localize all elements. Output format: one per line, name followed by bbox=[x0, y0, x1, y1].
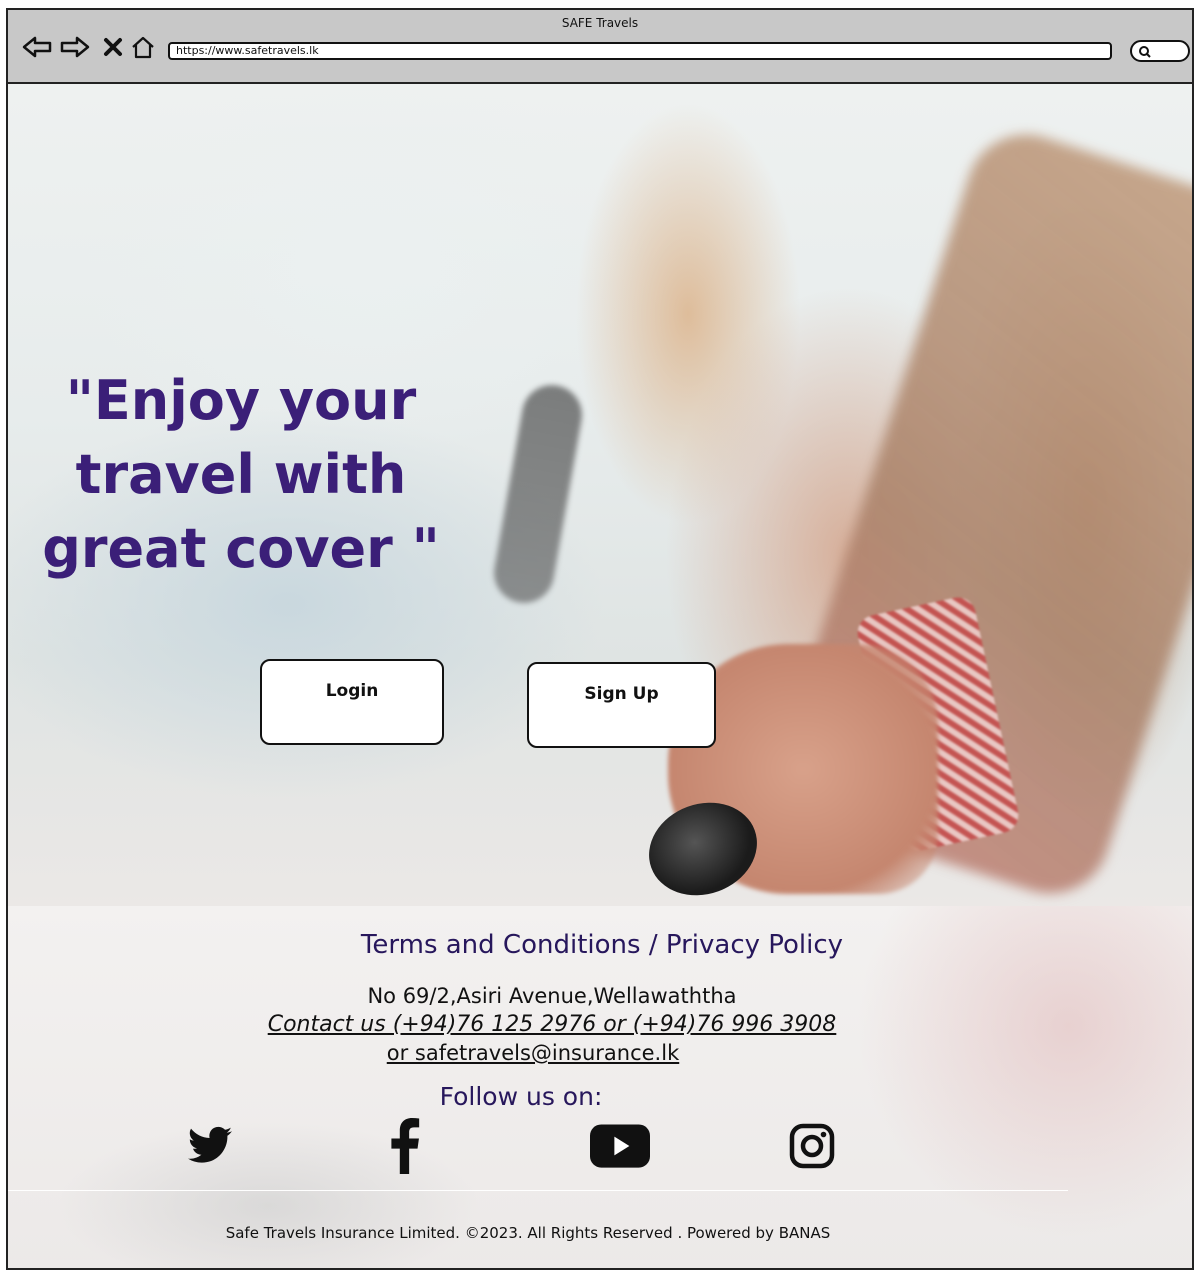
hero-background-detail bbox=[489, 380, 587, 608]
browser-chrome: SAFE Travels https://www.safetravels.lk bbox=[8, 10, 1192, 84]
email-link[interactable]: or safetravels@insurance.lk bbox=[8, 1041, 1058, 1065]
forward-arrow-icon[interactable] bbox=[60, 34, 90, 60]
facebook-icon[interactable] bbox=[374, 1118, 434, 1174]
home-icon[interactable] bbox=[128, 34, 158, 60]
follow-label: Follow us on: bbox=[439, 1082, 603, 1111]
browser-window: SAFE Travels https://www.safetravels.lk … bbox=[6, 8, 1194, 1270]
address-text: No 69/2,Asiri Avenue,Wellawaththa bbox=[367, 984, 737, 1008]
privacy-link[interactable]: Privacy Policy bbox=[666, 930, 843, 960]
url-bar[interactable]: https://www.safetravels.lk bbox=[168, 42, 1112, 60]
login-button[interactable]: Login bbox=[260, 659, 444, 745]
search-icon bbox=[1139, 46, 1151, 58]
hero-headline: "Enjoy your travel with great cover " bbox=[42, 369, 440, 580]
instagram-icon[interactable] bbox=[782, 1118, 842, 1174]
search-box[interactable] bbox=[1130, 40, 1190, 62]
terms-link[interactable]: Terms and Conditions bbox=[361, 930, 641, 960]
footer: Terms and Conditions / Privacy Policy No… bbox=[8, 906, 1192, 1268]
signup-button[interactable]: Sign Up bbox=[527, 662, 716, 748]
twitter-icon[interactable] bbox=[180, 1118, 240, 1174]
footer-divider bbox=[8, 1190, 1068, 1191]
youtube-icon[interactable] bbox=[590, 1118, 650, 1174]
close-icon[interactable] bbox=[98, 34, 128, 60]
back-arrow-icon[interactable] bbox=[22, 34, 52, 60]
link-separator: / bbox=[640, 930, 666, 960]
window-title: SAFE Travels bbox=[561, 16, 639, 30]
copyright-text: Safe Travels Insurance Limited. ©2023. A… bbox=[225, 1224, 831, 1242]
footer-links: Terms and Conditions / Privacy Policy bbox=[8, 930, 1192, 960]
contact-link[interactable]: Contact us (+94)76 125 2976 or (+94)76 9… bbox=[8, 1012, 1096, 1037]
hero-section: "Enjoy your travel with great cover " Lo… bbox=[8, 84, 1192, 906]
